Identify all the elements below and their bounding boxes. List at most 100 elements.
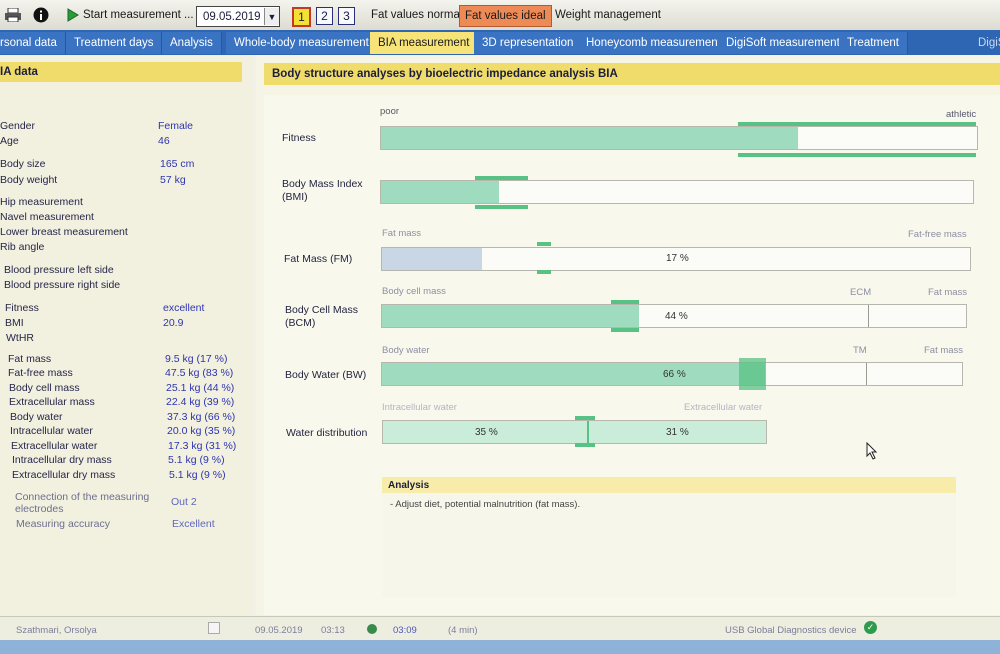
tab-analysis[interactable]: Analysis: [162, 32, 222, 54]
breast-label: Lower breast measurement: [0, 226, 128, 238]
bw-mid-label: TM: [853, 345, 867, 356]
scale-athletic-label: athletic: [946, 109, 977, 120]
tab-3d-representation[interactable]: 3D representation: [474, 32, 583, 54]
bcm-fill: [382, 305, 639, 327]
wthr-label: WtHR: [6, 332, 34, 344]
bia-data-panel: IA data Gender Female Age 46 Body size 1…: [0, 55, 252, 615]
status-device: USB Global Diagnostics device: [725, 625, 857, 636]
tab-whole-body[interactable]: Whole-body measurement: [226, 32, 378, 54]
body-size-value: 165 cm: [160, 158, 195, 170]
tab-personal-data[interactable]: rsonal data: [0, 32, 66, 54]
analysis-text: - Adjust diet, potential malnutrition (f…: [390, 499, 581, 510]
view-3-button[interactable]: 3: [338, 7, 355, 25]
status-date: 09.05.2019: [255, 625, 303, 636]
scale-poor-label: poor: [380, 106, 400, 117]
body-water-marker: [739, 358, 766, 390]
bw-right-label: Fat mass: [924, 345, 964, 356]
bcm-left-label: Body cell mass: [382, 286, 446, 297]
fat-mass-row-label: Fat Mass (FM): [284, 253, 353, 265]
printer-icon[interactable]: [4, 6, 22, 24]
wd-row-label: Water distribution: [286, 427, 368, 439]
tab-digis[interactable]: DigiS: [970, 32, 1000, 54]
metric-value: 22.4 kg (39 %): [166, 396, 235, 408]
fat-values-ideal-button[interactable]: Fat values ideal: [459, 5, 552, 27]
view-2-button[interactable]: 2: [316, 7, 333, 25]
bw-left-label: Body water: [382, 345, 430, 356]
fat-mass-marker-top: [537, 242, 551, 246]
gender-label: Gender: [0, 120, 36, 132]
fat-mass-fill: [382, 248, 482, 270]
gender-value: Female: [158, 120, 194, 132]
play-icon[interactable]: [64, 6, 82, 24]
view-1-button[interactable]: 1: [292, 7, 311, 27]
fat-values-normal-button[interactable]: Fat values normal: [371, 5, 462, 25]
bmi-label: BMI: [5, 317, 24, 329]
info-icon[interactable]: [32, 6, 50, 24]
age-value: 46: [158, 135, 170, 147]
fm-left-label: Fat mass: [382, 228, 422, 239]
tab-treatment[interactable]: Treatment: [839, 32, 908, 54]
metric-label: Body cell mass: [9, 382, 80, 394]
wd-marker-top: [575, 416, 595, 420]
bcm-right-label: Fat mass: [928, 287, 968, 298]
fat-mass-value: 17 %: [666, 253, 689, 264]
wd-divider: [587, 421, 589, 443]
accuracy-label: Measuring accuracy: [16, 518, 110, 530]
bp-left-label: Blood pressure left side: [4, 264, 114, 276]
body-size-label: Body size: [0, 158, 46, 170]
bp-right-label: Blood pressure right side: [4, 279, 121, 291]
fitness-label: Fitness: [5, 302, 39, 314]
fitness-range-marker: [737, 122, 976, 157]
chevron-down-icon[interactable]: ▼: [264, 8, 279, 25]
wd-marker-bottom: [575, 443, 595, 447]
body-water-value: 66 %: [663, 369, 686, 380]
hand-icon: [366, 623, 378, 638]
wd-ecw-value: 31 %: [666, 427, 689, 438]
status-time: 03:13: [321, 625, 345, 636]
body-weight-value: 57 kg: [160, 174, 186, 186]
navel-label: Navel measurement: [0, 211, 94, 223]
tab-honeycomb[interactable]: Honeycomb measurement: [578, 32, 730, 54]
toolbar: Start measurement ... 09.05.2019 ▼ 1 2 3…: [0, 0, 1000, 31]
bcm-marker-top: [611, 300, 639, 304]
weight-management-button[interactable]: Weight management: [555, 5, 661, 25]
fm-right-label: Fat-free mass: [908, 229, 967, 240]
fitness-fill: [381, 127, 799, 149]
metric-label: Fat-free mass: [8, 367, 73, 379]
connection-value: Out 2: [171, 496, 197, 508]
bcm-bar: 44 %: [381, 304, 967, 328]
metric-value: 5.1 kg (9 %): [169, 469, 226, 481]
date-select[interactable]: 09.05.2019 ▼: [196, 6, 280, 27]
status-bar: Szathmari, Orsolya 09.05.2019 03:13 03:0…: [0, 616, 1000, 641]
bia-data-title: IA data: [0, 62, 242, 82]
tab-bia-measurement[interactable]: BIA measurement: [370, 32, 479, 54]
metric-label: Extracellular dry mass: [12, 469, 116, 481]
bw-tm-divider: [866, 363, 867, 385]
status-checkbox[interactable]: [208, 622, 220, 634]
metric-value: 9.5 kg (17 %): [165, 353, 228, 365]
tab-treatment-days[interactable]: Treatment days: [66, 32, 163, 54]
fat-mass-bar: 17 %: [381, 247, 971, 271]
bmi-bar: [380, 180, 974, 204]
analysis-title: Analysis: [382, 477, 956, 493]
wd-right-label: Extracellular water: [684, 402, 763, 413]
device-ok-icon: ✓: [864, 621, 877, 634]
accuracy-value: Excellent: [172, 518, 215, 530]
metric-value: 47.5 kg (83 %): [165, 367, 234, 379]
age-label: Age: [0, 135, 19, 147]
start-measurement-button[interactable]: Start measurement ...: [83, 5, 194, 25]
tab-bar: rsonal data Treatment days Analysis Whol…: [0, 30, 1000, 55]
connection-label: Connection of the measuring electrodes: [15, 491, 150, 515]
analysis-box: Analysis - Adjust diet, potential malnut…: [382, 477, 956, 597]
fitness-row-label: Fitness: [282, 132, 316, 144]
metric-label: Fat mass: [8, 353, 52, 365]
hip-label: Hip measurement: [0, 196, 83, 208]
bcm-ecm-divider: [868, 305, 869, 327]
bcm-marker-bottom: [611, 328, 639, 332]
metric-label: Body water: [10, 411, 63, 423]
tab-digisoft[interactable]: DigiSoft measurement: [718, 32, 849, 54]
rib-angle-label: Rib angle: [0, 241, 45, 253]
metric-value: 37.3 kg (66 %): [167, 411, 236, 423]
bcm-mid-label: ECM: [850, 287, 872, 298]
metric-value: 17.3 kg (31 %): [168, 440, 237, 452]
